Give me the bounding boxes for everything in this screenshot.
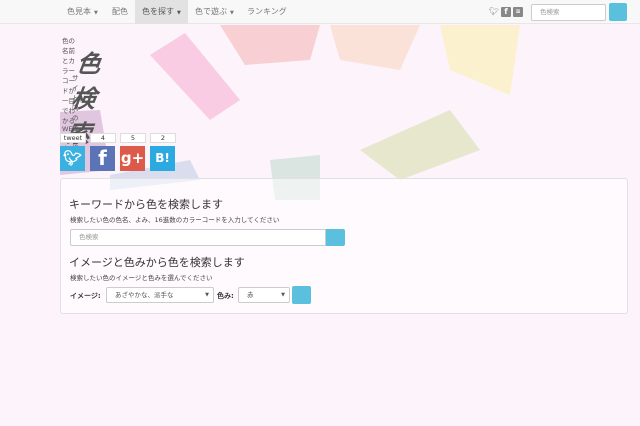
tweet-count: tweet <box>60 133 86 143</box>
keyword-search-help: 検索したい色の色名、よみ、16進数のカラーコードを入力してください <box>70 216 280 224</box>
nav-item-find-color[interactable]: 色を探す ▼ <box>135 0 188 24</box>
rss-icon[interactable]: ≋ <box>513 7 523 17</box>
image-search-title: イメージと色みから色を検索します <box>69 256 245 269</box>
nav-item-color-scheme[interactable]: 配色 <box>105 0 135 24</box>
keyword-search-input[interactable]: 色検索 <box>70 229 326 246</box>
caret-down-icon: ▼ <box>177 10 181 16</box>
hue-select-value: 赤 <box>247 291 254 299</box>
caret-down-icon: ▼ <box>205 292 209 298</box>
hatena-count: 2 <box>150 133 176 143</box>
image-search-button[interactable] <box>292 286 311 304</box>
nav-search-input[interactable]: 色検索 <box>531 4 606 21</box>
top-navbar: 色見本 ▼ 配色 色を探す ▼ 色で遊ぶ ▼ ランキング 🐦︎ f ≋ 色検索 <box>0 0 640 24</box>
nav-item-ranking[interactable]: ランキング <box>240 0 294 24</box>
twitter-share-icon[interactable]: 🐦︎ <box>60 146 85 171</box>
keyword-search-button[interactable] <box>326 229 345 246</box>
googleplus-share-icon[interactable]: g+ <box>120 146 145 171</box>
nav-label: 色で遊ぶ <box>195 7 227 16</box>
googleplus-count: 5 <box>120 133 146 143</box>
nav-item-play[interactable]: 色で遊ぶ ▼ <box>188 0 241 24</box>
facebook-share-icon[interactable]: f <box>90 146 115 171</box>
image-search-help: 検索したい色のイメージと色みを選んでください <box>70 274 213 282</box>
caret-down-icon: ▼ <box>94 10 98 16</box>
nav-item-swatches[interactable]: 色見本 ▼ <box>60 0 105 24</box>
keyword-search-title: キーワードから色を検索します <box>69 198 223 211</box>
search-panel: キーワードから色を検索します 検索したい色の色名、よみ、16進数のカラーコードを… <box>60 178 628 314</box>
image-label: イメージ: <box>70 292 101 300</box>
hatena-share-icon[interactable]: B! <box>150 146 175 171</box>
image-select[interactable]: あざやかな、派手な ▼ <box>106 287 214 303</box>
facebook-icon[interactable]: f <box>501 7 511 17</box>
caret-down-icon: ▼ <box>230 10 234 16</box>
facebook-count: 4 <box>90 133 116 143</box>
nav-label: 色見本 <box>67 7 91 16</box>
hue-label: 色み: <box>217 292 234 300</box>
nav-search-button[interactable] <box>609 3 627 21</box>
nav-label: 配色 <box>112 7 128 16</box>
caret-down-icon: ▼ <box>281 292 285 298</box>
nav-label: 色を探す <box>142 7 174 16</box>
nav-label: ランキング <box>247 7 287 16</box>
twitter-icon[interactable]: 🐦︎ <box>489 7 499 17</box>
image-select-value: あざやかな、派手な <box>115 291 174 299</box>
hue-select[interactable]: 赤 ▼ <box>238 287 290 303</box>
